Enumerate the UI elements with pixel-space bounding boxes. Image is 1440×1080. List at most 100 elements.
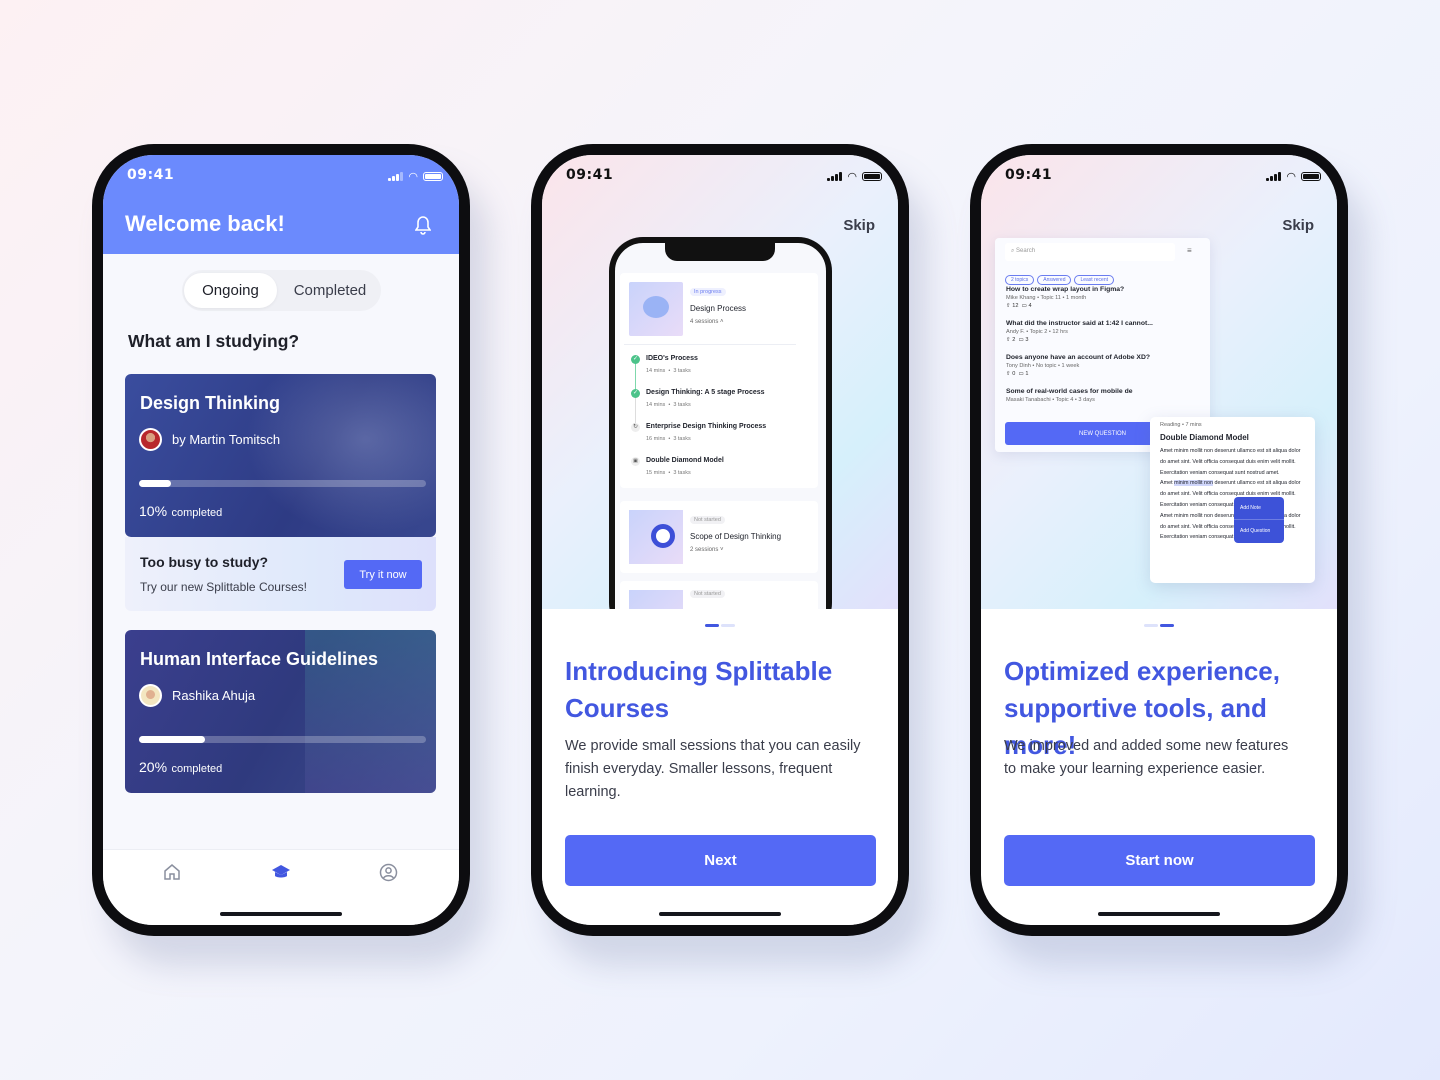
promo-banner: Too busy to study? Try our new Splittabl… [125, 537, 436, 611]
check-icon: ✓ [631, 389, 640, 398]
question-item[interactable]: How to create wrap layout in Figma? Mike … [1006, 286, 1206, 320]
comment-icon: ▭ [1021, 303, 1027, 309]
progress-label: 10% completed [139, 503, 222, 521]
upvote-icon[interactable]: ⇧ [1006, 303, 1011, 309]
try-it-now-button[interactable]: Try it now [344, 560, 422, 589]
check-icon: ✓ [631, 355, 640, 364]
promo-title: Too busy to study? [140, 554, 269, 570]
home-indicator [659, 912, 781, 916]
filter-chips: 2 topics Answered Least recent [1005, 268, 1117, 286]
start-now-button[interactable]: Start now [1004, 835, 1315, 886]
section-title: What am I studying? [128, 331, 300, 351]
course-card[interactable]: Not started Scope of Design Thinking 2 s… [620, 501, 818, 573]
course-card[interactable]: In progress Design Process 4 sessions ˄ … [620, 273, 818, 488]
reading-card: Reading • 7 mins Double Diamond Model Am… [1150, 417, 1315, 583]
comment-count: 4 [1028, 303, 1032, 309]
course-title: Human Interface Guidelines [140, 649, 379, 669]
vote-count: 2 [1012, 337, 1016, 343]
comment-count: 3 [1025, 337, 1029, 343]
refresh-icon: ↻ [631, 423, 640, 432]
add-question-menu-item[interactable]: Add Question [1234, 520, 1284, 543]
session-duration: 15 mins [646, 470, 666, 476]
user-circle-icon[interactable] [379, 863, 398, 887]
chip[interactable]: Least recent [1074, 275, 1114, 285]
question-meta: Masaki Tanabachi • Topic 4 • 3 days [1006, 397, 1095, 403]
tab-completed[interactable]: Completed [282, 273, 378, 308]
course-author: Rashika Ahuja [172, 688, 256, 703]
battery-icon [862, 172, 882, 181]
add-note-menu-item[interactable]: Add Note [1234, 497, 1284, 520]
chevron-up-icon: ˄ [720, 319, 724, 325]
skip-button[interactable]: Skip [843, 217, 875, 234]
session-tasks: 3 tasks [673, 368, 691, 374]
graduation-cap-icon[interactable] [271, 863, 291, 886]
progress-suffix: completed [171, 763, 223, 775]
status-badge: In progress [690, 288, 726, 296]
home-indicator [220, 912, 342, 916]
tab-switch: Ongoing Completed [182, 270, 381, 311]
progress-value: 10% [139, 503, 168, 519]
course-sessions[interactable]: 4 sessions ˄ [690, 319, 724, 325]
progress-label: 20% completed [139, 759, 222, 777]
search-input[interactable]: ⌕ Search [1005, 243, 1175, 261]
chip[interactable]: Answered [1037, 275, 1072, 285]
session-tasks: 3 tasks [673, 436, 691, 442]
course-card-design-thinking[interactable]: Design Thinking by Martin Tomitsch 10% c… [125, 374, 436, 537]
status-icons: ◠ [1266, 170, 1321, 183]
search-placeholder: Search [1016, 248, 1036, 254]
question-title: Does anyone have an account of Adobe XD? [1006, 354, 1151, 361]
question-meta: Tony Dinh • No topic • 1 week [1006, 363, 1080, 369]
progress-value: 20% [139, 759, 168, 775]
session-duration: 14 mins [646, 402, 666, 408]
course-sessions[interactable]: 2 sessions ˅ [690, 547, 724, 553]
status-badge: Not started [690, 516, 725, 524]
course-title: Design Thinking [140, 393, 281, 413]
phone-onboarding-2: 09:41 ◠ Skip ⌕ Search ≡ 2 topics Answered… [970, 144, 1348, 936]
status-icons: ◠ [827, 170, 882, 183]
chip[interactable]: 2 topics [1005, 275, 1035, 285]
wifi-icon: ◠ [408, 171, 418, 183]
skip-button[interactable]: Skip [1282, 217, 1314, 234]
session-duration: 14 mins [646, 368, 666, 374]
question-item[interactable]: Some of real-world cases for mobile de Ma… [1006, 388, 1206, 403]
question-meta: Andy F. • Topic 2 • 12 hrs [1006, 329, 1068, 335]
question-item[interactable]: What did the instructor said at 1:42 I c… [1006, 320, 1206, 354]
vote-count: 0 [1012, 371, 1016, 377]
session-title: Design Thinking: A 5 stage Process [646, 389, 765, 396]
comment-count: 1 [1025, 371, 1029, 377]
onboarding-screen-1: 09:41 ◠ Skip In progress Design Process … [542, 155, 898, 925]
home-screen: 09:41 ◠ Welcome back! Ongoing Completed … [103, 155, 459, 925]
mock-phone: In progress Design Process 4 sessions ˄ … [609, 237, 832, 643]
progress-bar [139, 736, 426, 743]
search-icon: ⌕ [1011, 248, 1015, 254]
session-title: Enterprise Design Thinking Process [646, 423, 767, 430]
page-title: Welcome back! [125, 211, 285, 236]
progress-bar [139, 480, 426, 487]
reading-meta: Reading • 7 mins [1160, 422, 1202, 428]
status-badge: Not started [690, 590, 725, 598]
next-button[interactable]: Next [565, 835, 876, 886]
avatar [139, 684, 162, 707]
home-icon[interactable] [163, 863, 181, 886]
chevron-down-icon: ˅ [720, 547, 724, 553]
page-indicator [1144, 624, 1174, 627]
text: Amet [1160, 480, 1175, 487]
signal-icon [1266, 172, 1282, 181]
session-title: IDEO's Process [646, 355, 698, 362]
session-duration: 16 mins [646, 436, 666, 442]
highlighted-text[interactable]: minim mollit non [1174, 480, 1214, 487]
question-item[interactable]: Does anyone have an account of Adobe XD?… [1006, 354, 1206, 388]
upvote-icon[interactable]: ⇧ [1006, 371, 1011, 377]
phone-onboarding-1: 09:41 ◠ Skip In progress Design Process … [531, 144, 909, 936]
filter-icon[interactable]: ≡ [1187, 246, 1192, 255]
progress-suffix: completed [171, 507, 223, 519]
onboarding-body: We provide small sessions that you can e… [565, 738, 861, 800]
paragraph: Amet minim mollit non deserunt ullamco e… [1160, 448, 1301, 476]
upvote-icon[interactable]: ⇧ [1006, 337, 1011, 343]
question-meta: Mike Khang • Topic 11 • 1 month [1006, 295, 1087, 301]
reading-title: Double Diamond Model [1160, 433, 1249, 442]
bell-icon[interactable] [414, 215, 432, 240]
course-card-hig[interactable]: Human Interface Guidelines Rashika Ahuja… [125, 630, 436, 793]
tab-ongoing[interactable]: Ongoing [184, 273, 277, 308]
course-title: Scope of Design Thinking [690, 532, 782, 541]
